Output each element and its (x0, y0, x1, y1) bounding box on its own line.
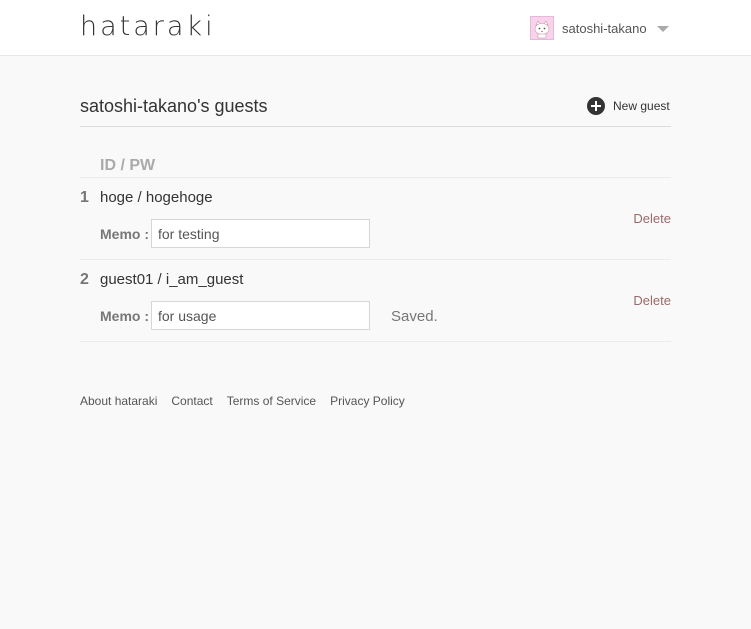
chevron-down-icon (656, 26, 669, 32)
new-guest-button[interactable]: New guest (587, 97, 670, 115)
row-divider (80, 341, 671, 342)
new-guest-label: New guest (613, 99, 670, 113)
delete-link[interactable]: Delete (633, 211, 671, 226)
saved-status: Saved. (391, 308, 438, 325)
page-title: satoshi-takano's guests (80, 96, 268, 116)
memo-label: Memo : (100, 308, 149, 324)
footer-link-about[interactable]: About hataraki (80, 394, 157, 408)
column-header-id-pw: ID / PW (100, 157, 156, 174)
app-header: hataraki satoshi-takano (0, 0, 751, 56)
logo[interactable]: hataraki (80, 11, 216, 43)
row-number: 2 (80, 271, 89, 288)
footer: About hataraki Contact Terms of Service … (80, 394, 419, 408)
memo-label: Memo : (100, 226, 149, 242)
memo-input[interactable] (151, 219, 370, 248)
guest-row: 1 hoge / hogehoge Memo : Delete (80, 178, 671, 260)
guest-credentials: hoge / hogehoge (100, 189, 213, 206)
memo-input[interactable] (151, 301, 370, 330)
title-divider (80, 126, 671, 127)
user-menu[interactable]: satoshi-takano (530, 16, 669, 40)
footer-link-privacy[interactable]: Privacy Policy (330, 394, 405, 408)
guest-row: 2 guest01 / i_am_guest Memo : Saved. Del… (80, 260, 671, 342)
row-number: 1 (80, 189, 89, 206)
guest-credentials: guest01 / i_am_guest (100, 271, 244, 288)
footer-link-contact[interactable]: Contact (171, 394, 212, 408)
plus-circle-icon (587, 97, 605, 115)
user-name: satoshi-takano (562, 20, 647, 36)
delete-link[interactable]: Delete (633, 293, 671, 308)
footer-link-terms[interactable]: Terms of Service (227, 394, 316, 408)
avatar-icon (530, 16, 554, 40)
